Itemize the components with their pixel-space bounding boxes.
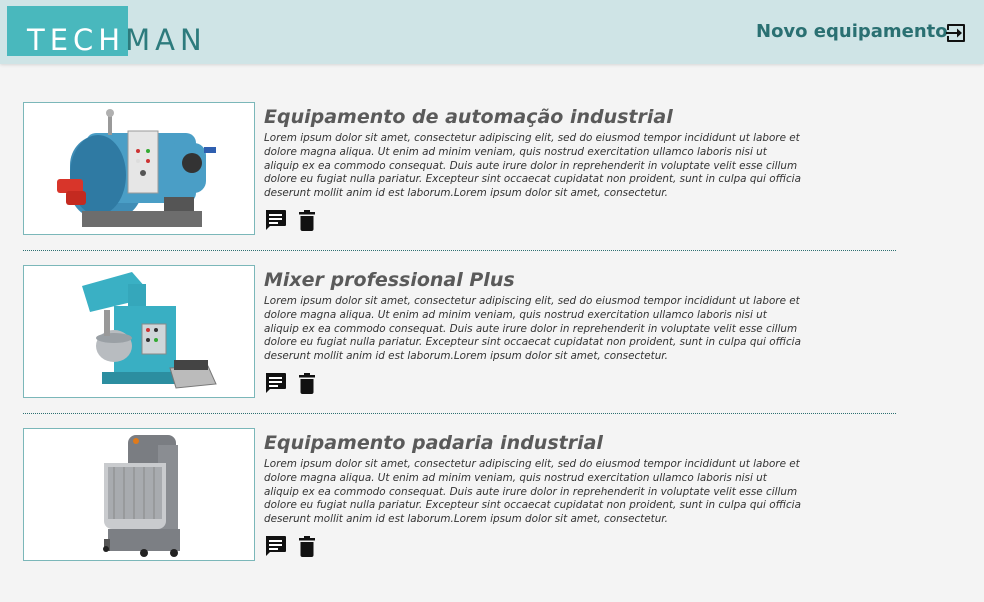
spiral-dough-mixer-image	[23, 428, 255, 561]
techman-logo[interactable]: TECHMAN	[7, 6, 217, 58]
equipment-title: Equipamento padaria industrial	[264, 432, 603, 454]
equipment-card: Equipamento de automação industrial Lore…	[23, 102, 896, 251]
equipment-description: Lorem ipsum dolor sit amet, consectetur …	[264, 458, 801, 526]
logo-part-tech: TECH	[27, 23, 126, 57]
delete-icon[interactable]	[298, 372, 316, 395]
equipment-description: Lorem ipsum dolor sit amet, consectetur …	[264, 295, 801, 363]
equipment-title: Equipamento de automação industrial	[264, 106, 673, 128]
planetary-mixer-image	[23, 265, 255, 398]
comment-icon[interactable]	[264, 209, 287, 232]
delete-icon[interactable]	[298, 209, 316, 232]
divider	[23, 413, 896, 414]
divider	[23, 250, 896, 251]
equipment-card: Equipamento padaria industrial Lorem ips…	[23, 428, 896, 568]
top-bar: TECHMAN Novo equipamento	[0, 0, 984, 64]
logo-text: TECHMAN	[27, 22, 207, 58]
comment-icon[interactable]	[264, 535, 287, 558]
equipment-card: Mixer professional Plus Lorem ipsum dolo…	[23, 265, 896, 414]
comment-icon[interactable]	[264, 372, 287, 395]
equipment-description: Lorem ipsum dolor sit amet, consectetur …	[264, 132, 801, 200]
equipment-title: Mixer professional Plus	[264, 269, 515, 291]
logout-icon[interactable]	[944, 21, 968, 45]
new-equipment-link[interactable]: Novo equipamento	[756, 20, 948, 44]
industrial-boiler-image	[23, 102, 255, 235]
logo-part-man: MAN	[125, 23, 207, 57]
delete-icon[interactable]	[298, 535, 316, 558]
